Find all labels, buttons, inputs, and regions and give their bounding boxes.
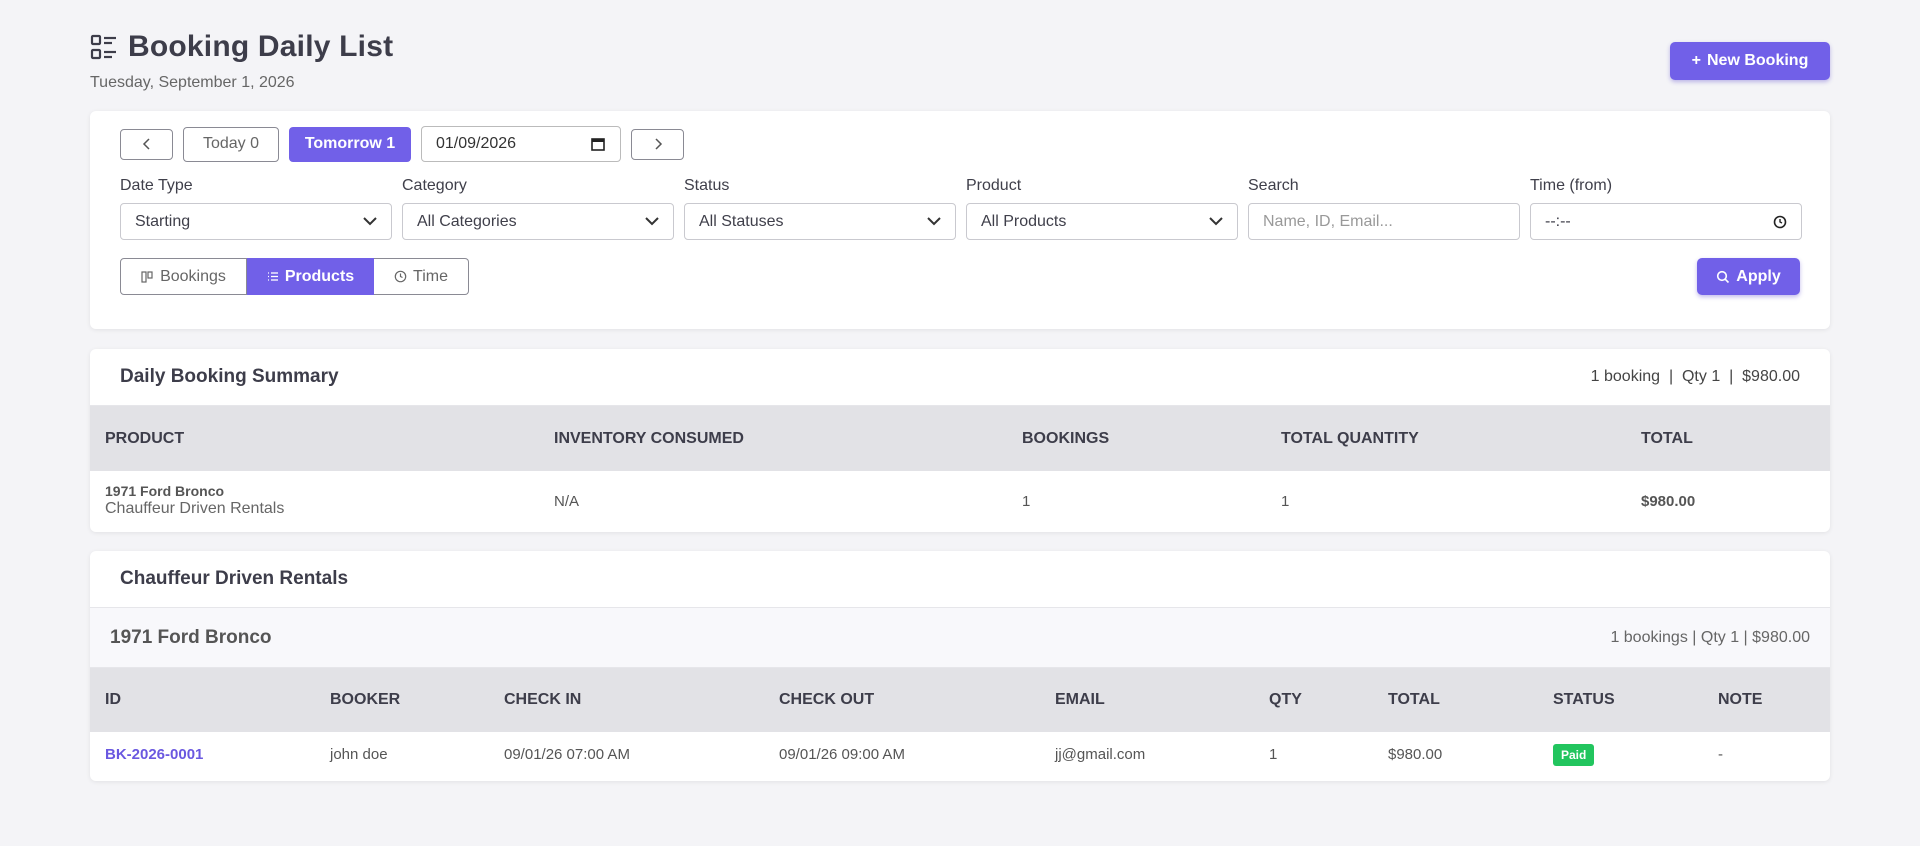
product-group-meta: 1 bookings | Qty 1 | $980.00 (1610, 628, 1810, 646)
col-status: STATUS (1553, 691, 1615, 708)
category-select[interactable]: All Categories (402, 203, 674, 240)
summary-header: Daily Booking Summary 1 booking | Qty 1 … (90, 349, 1830, 406)
booker-email: jj@gmail.com (1055, 746, 1146, 763)
daily-summary-card: Daily Booking Summary 1 booking | Qty 1 … (90, 349, 1830, 532)
summary-table-header: PRODUCT INVENTORY CONSUMED BOOKINGS TOTA… (90, 406, 1830, 471)
calendar-icon (591, 138, 605, 151)
chevron-down-icon (927, 217, 941, 226)
status-filter: Status All Statuses (684, 177, 956, 240)
category-title: Chauffeur Driven Rentals (120, 568, 349, 589)
page-title: Booking Daily List (128, 30, 394, 63)
chevron-down-icon (645, 217, 659, 226)
col-booker: BOOKER (330, 691, 401, 708)
table-row: 1971 Ford Bronco Chauffeur Driven Rental… (90, 471, 1830, 532)
summary-title: Daily Booking Summary (120, 366, 339, 387)
view-bookings-button[interactable]: Bookings (120, 258, 247, 295)
col-note: NOTE (1718, 691, 1763, 708)
date-type-select[interactable]: Starting (120, 203, 392, 240)
apply-button[interactable]: Apply (1697, 258, 1800, 295)
list-icon (90, 33, 118, 61)
list-icon (267, 272, 278, 281)
time-filter: Time (from) --:-- (1530, 177, 1802, 240)
col-inventory: INVENTORY CONSUMED (554, 429, 744, 447)
bookings-table-header: ID BOOKER CHECK IN CHECK OUT EMAIL QTY T… (90, 668, 1830, 732)
booking-qty: 1 (1269, 746, 1278, 763)
date-picker[interactable]: 01/09/2026 (421, 126, 621, 162)
product-select[interactable]: All Products (966, 203, 1238, 240)
category-card: Chauffeur Driven Rentals 1971 Ford Bronc… (90, 551, 1830, 781)
col-check-in: CHECK IN (504, 691, 582, 708)
date-nav: Today 0 Tomorrow 1 01/09/2026 (120, 126, 684, 162)
product-group-title: 1971 Ford Bronco (110, 626, 272, 648)
category-header: Chauffeur Driven Rentals (90, 551, 1830, 608)
page-header: Booking Daily List Tuesday, September 1,… (90, 30, 393, 92)
col-id: ID (105, 691, 121, 708)
plus-icon: + (1691, 52, 1701, 69)
row-total: $980.00 (1641, 493, 1696, 510)
prev-day-button[interactable] (120, 128, 173, 160)
check-out-time: 09/01/26 09:00 AM (779, 746, 905, 763)
clock-icon (394, 270, 407, 283)
col-total-quantity: TOTAL QUANTITY (1281, 429, 1419, 447)
search-input[interactable]: Name, ID, Email... (1248, 203, 1520, 240)
check-in-time: 09/01/26 07:00 AM (504, 746, 630, 763)
current-date: Tuesday, September 1, 2026 (90, 74, 295, 91)
view-toggle: Bookings Products Time (120, 258, 469, 295)
product-category: Chauffeur Driven Rentals (105, 500, 285, 517)
chevron-down-icon (363, 217, 377, 226)
col-qty: QTY (1269, 691, 1302, 708)
col-product: PRODUCT (105, 429, 185, 447)
date-type-filter: Date Type Starting (120, 177, 392, 240)
new-booking-button[interactable]: + New Booking (1670, 42, 1830, 80)
search-filter: Search Name, ID, Email... (1248, 177, 1520, 240)
status-select[interactable]: All Statuses (684, 203, 956, 240)
today-button[interactable]: Today 0 (183, 126, 279, 162)
inventory-consumed: N/A (554, 493, 580, 510)
booking-note: - (1718, 746, 1723, 763)
view-products-button[interactable]: Products (247, 258, 374, 295)
booking-total: $980.00 (1388, 746, 1443, 763)
booker-name: john doe (330, 746, 388, 763)
bookings-count: 1 (1022, 493, 1031, 510)
col-email: EMAIL (1055, 691, 1105, 708)
category-filter: Category All Categories (402, 177, 674, 240)
time-input[interactable]: --:-- (1530, 203, 1802, 240)
col-total: TOTAL (1388, 691, 1440, 708)
total-quantity: 1 (1281, 493, 1290, 510)
view-time-button[interactable]: Time (374, 258, 469, 295)
tomorrow-button[interactable]: Tomorrow 1 (289, 126, 411, 162)
col-total: TOTAL (1641, 429, 1693, 447)
booking-id-link[interactable]: BK-2026-0001 (105, 746, 203, 763)
search-icon (1717, 270, 1730, 283)
kanban-icon (141, 270, 153, 283)
chevron-right-icon (654, 138, 662, 150)
product-filter: Product All Products (966, 177, 1238, 240)
summary-meta: 1 booking | Qty 1 | $980.00 (1590, 368, 1800, 385)
clock-icon (1773, 215, 1787, 228)
table-row: BK-2026-0001 john doe 09/01/26 07:00 AM … (90, 732, 1830, 780)
col-bookings: BOOKINGS (1022, 429, 1110, 447)
next-day-button[interactable] (631, 128, 684, 160)
chevron-left-icon (142, 138, 150, 150)
status-badge: Paid (1553, 744, 1595, 766)
col-check-out: CHECK OUT (779, 691, 875, 708)
product-group-header: 1971 Ford Bronco 1 bookings | Qty 1 | $9… (90, 608, 1830, 668)
filters-card: Today 0 Tomorrow 1 01/09/2026 Date Type … (90, 111, 1830, 329)
chevron-down-icon (1209, 217, 1223, 226)
filter-fields: Date Type Starting Category All Categori… (120, 177, 1802, 240)
product-name: 1971 Ford Bronco (105, 483, 225, 499)
